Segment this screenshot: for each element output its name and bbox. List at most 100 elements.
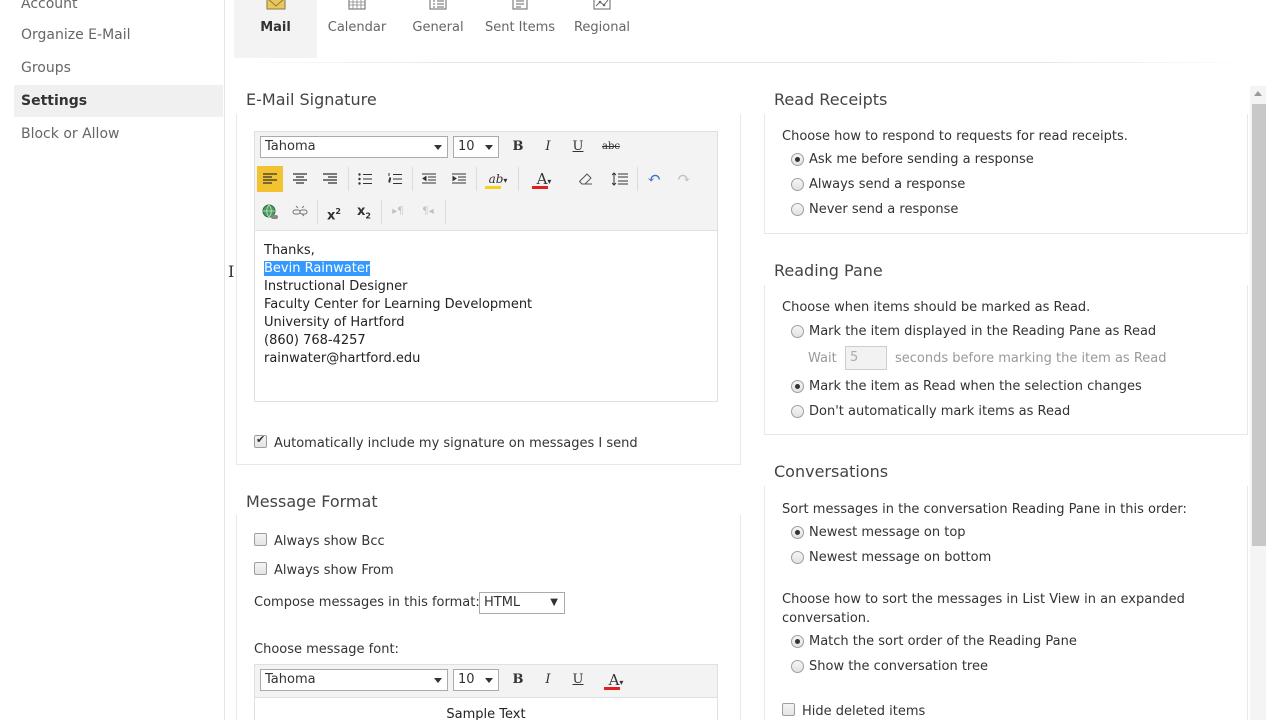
tab-calendar[interactable]: Calendar xyxy=(320,0,394,58)
clear-formatting-button[interactable] xyxy=(573,166,599,192)
signature-title: E-Mail Signature xyxy=(246,90,377,109)
always-show-bcc-label: Always show Bcc xyxy=(274,534,385,549)
sidebar-item-groups[interactable]: Groups xyxy=(14,52,223,84)
conversation-tree-label: Show the conversation tree xyxy=(809,659,988,674)
increase-indent-button[interactable] xyxy=(446,166,472,192)
mail-icon xyxy=(266,0,285,10)
tab-mail[interactable]: Mail xyxy=(234,0,317,58)
newest-on-top-radio[interactable] xyxy=(791,526,804,539)
sidebar-item-organize-email[interactable]: Organize E-Mail xyxy=(14,19,223,51)
unlink-icon xyxy=(292,205,308,217)
tab-label: Regional xyxy=(573,20,631,35)
read-receipt-never-radio[interactable] xyxy=(791,203,804,216)
sidebar: Account Organize E-Mail Groups Settings … xyxy=(0,0,225,720)
line-spacing-icon xyxy=(611,172,628,186)
dont-mark-radio[interactable] xyxy=(791,405,804,418)
signature-editor[interactable]: Thanks, Bevin Rainwater Instructional De… xyxy=(254,231,718,402)
signature-line: Bevin Rainwater xyxy=(264,260,708,278)
message-font-family-select[interactable]: Tahoma xyxy=(260,669,448,691)
message-font-label: Choose message font: xyxy=(254,642,399,657)
scrollbar-thumb[interactable] xyxy=(1252,104,1266,546)
redo-button[interactable]: ↷ xyxy=(671,166,697,192)
strikethrough-button[interactable]: abc xyxy=(598,134,624,160)
highlight-color-button[interactable]: ab▾ xyxy=(480,166,516,192)
numbered-list-icon xyxy=(388,173,402,184)
align-right-icon xyxy=(323,173,337,184)
highlighter-icon: ab xyxy=(488,172,504,186)
toolbar-separator xyxy=(317,200,318,224)
ltr-button[interactable]: ▸¶ xyxy=(385,199,411,225)
tab-general[interactable]: General xyxy=(402,0,474,58)
font-color-bar xyxy=(604,687,620,690)
align-center-button[interactable] xyxy=(287,166,313,192)
tab-label: Calendar xyxy=(327,20,387,35)
bullet-list-button[interactable] xyxy=(352,166,378,192)
chevron-down-icon xyxy=(430,671,446,689)
sidebar-item-settings[interactable]: Settings xyxy=(14,85,223,117)
message-bold-button[interactable]: B xyxy=(505,667,531,693)
rtl-button[interactable]: ¶◂ xyxy=(415,199,441,225)
newest-on-bottom-radio[interactable] xyxy=(791,551,804,564)
conversations-title: Conversations xyxy=(774,462,889,481)
match-sort-order-radio[interactable] xyxy=(791,635,804,648)
sidebar-item-account[interactable]: Account xyxy=(14,0,223,20)
tab-label: Sent Items xyxy=(484,20,556,35)
font-color-button[interactable]: A▾ xyxy=(526,166,562,192)
toolbar-separator xyxy=(348,167,349,191)
insert-link-button[interactable] xyxy=(257,199,283,225)
signature-line: (860) 768-4257 xyxy=(264,333,366,348)
remove-link-button[interactable] xyxy=(287,199,313,225)
wait-seconds-input[interactable]: 5 xyxy=(845,346,887,370)
conversation-tree-radio[interactable] xyxy=(791,660,804,673)
always-show-from-checkbox[interactable] xyxy=(254,562,267,575)
undo-button[interactable]: ↶ xyxy=(641,166,667,192)
message-font-size-value: 10 xyxy=(458,672,475,687)
highlight-color-bar xyxy=(485,186,501,189)
superscript-button[interactable]: x2 xyxy=(321,199,347,225)
hide-deleted-checkbox[interactable] xyxy=(782,703,795,716)
message-font-toolbar: Tahoma 10 B I U A▾ xyxy=(254,664,718,698)
tab-regional[interactable]: Regional xyxy=(566,0,638,58)
always-show-bcc-checkbox[interactable] xyxy=(254,533,267,546)
toolbar-separator xyxy=(445,200,446,224)
font-family-value: Tahoma xyxy=(265,139,316,154)
tab-sent-items[interactable]: Sent Items xyxy=(482,0,558,58)
read-receipt-ask-label: Ask me before sending a response xyxy=(809,152,1034,167)
message-underline-button[interactable]: U xyxy=(565,667,591,693)
redo-icon: ↷ xyxy=(676,169,692,189)
subscript-button[interactable]: x2 xyxy=(351,199,377,225)
eraser-icon xyxy=(578,173,592,185)
mark-on-selection-label: Mark the item as Read when the selection… xyxy=(809,379,1142,394)
read-receipt-always-radio[interactable] xyxy=(791,178,804,191)
signature-line: Faculty Center for Learning Development xyxy=(264,297,533,312)
compose-format-select[interactable]: HTML ▼ xyxy=(479,592,565,614)
italic-button[interactable]: I xyxy=(535,134,561,160)
mark-on-selection-radio[interactable] xyxy=(791,380,804,393)
line-spacing-button[interactable] xyxy=(607,166,633,192)
bold-button[interactable]: B xyxy=(505,134,531,160)
list-view-sort-prompt-cont: conversation. xyxy=(782,611,871,626)
decrease-indent-button[interactable] xyxy=(416,166,442,192)
font-size-select[interactable]: 10 xyxy=(453,136,499,158)
tab-label: General xyxy=(412,20,464,35)
underline-button[interactable]: U xyxy=(565,134,591,160)
align-left-button[interactable] xyxy=(257,166,283,192)
link-globe-icon xyxy=(262,204,278,219)
regional-icon xyxy=(593,0,611,10)
message-italic-button[interactable]: I xyxy=(535,667,561,693)
auto-signature-checkbox[interactable] xyxy=(254,433,267,448)
font-family-select[interactable]: Tahoma xyxy=(260,136,448,158)
message-font-size-select[interactable]: 10 xyxy=(453,669,499,691)
match-sort-order-label: Match the sort order of the Reading Pane xyxy=(809,634,1077,649)
message-font-color-button[interactable]: A▾ xyxy=(598,667,634,693)
sidebar-item-block-or-allow[interactable]: Block or Allow xyxy=(14,118,223,150)
align-right-button[interactable] xyxy=(317,166,343,192)
mark-displayed-radio[interactable] xyxy=(791,325,804,338)
signature-line: Thanks, xyxy=(264,243,315,258)
read-receipt-ask-radio[interactable] xyxy=(791,153,804,166)
text-cursor: I xyxy=(228,262,235,281)
numbered-list-button[interactable] xyxy=(382,166,408,192)
reading-pane-title: Reading Pane xyxy=(774,261,883,280)
toolbar-separator xyxy=(637,167,638,191)
scroll-up-icon[interactable] xyxy=(1250,86,1266,102)
